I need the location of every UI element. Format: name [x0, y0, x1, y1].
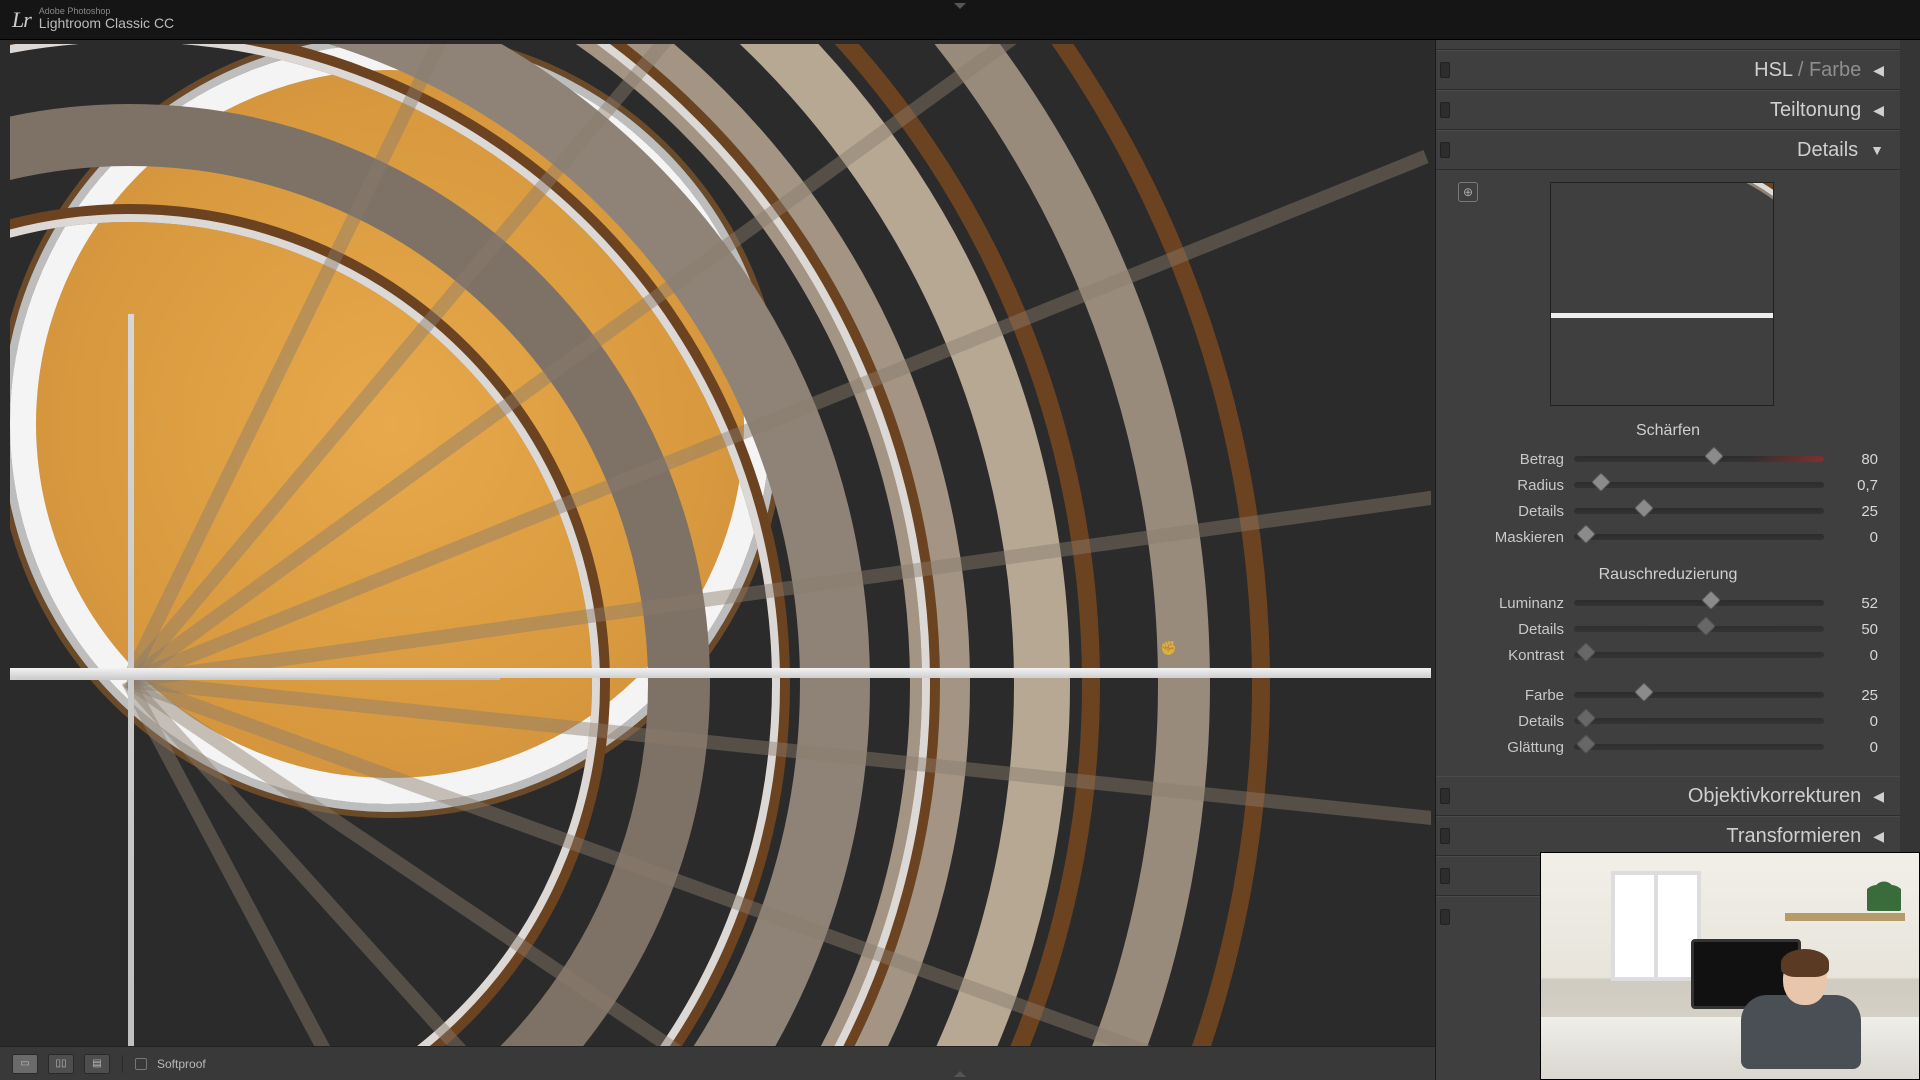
view-compare-button[interactable]: ▯▯ [48, 1054, 74, 1074]
panel-switch-icon[interactable] [1440, 788, 1450, 804]
slider-farbe[interactable]: Farbe 25 [1458, 682, 1878, 708]
slider-value[interactable]: 25 [1834, 503, 1878, 520]
expand-down-icon: ▼ [1870, 142, 1884, 158]
slider-value[interactable]: 52 [1834, 595, 1878, 612]
slider-track[interactable] [1574, 456, 1824, 462]
collapse-left-icon: ◀ [1873, 62, 1884, 79]
slider-label: Details [1458, 621, 1564, 638]
panel-objektiv-label: Objektivkorrekturen [1688, 785, 1861, 808]
panel-switch-icon[interactable] [1440, 868, 1450, 884]
image-viewer: ▭ ▯▯ ▤ Softproof [0, 40, 1435, 1080]
slider-value[interactable]: 0 [1834, 739, 1878, 756]
noise-heading: Rauschreduzierung [1458, 566, 1878, 584]
slider-track[interactable] [1574, 534, 1824, 540]
slider-value[interactable]: 0 [1834, 713, 1878, 730]
slider-details-sharpen[interactable]: Details 25 [1458, 498, 1878, 524]
slider-track[interactable] [1574, 508, 1824, 514]
top-panel-handle-icon[interactable] [954, 3, 966, 9]
slider-value[interactable]: 25 [1834, 687, 1878, 704]
viewer-toolbar: ▭ ▯▯ ▤ Softproof [0, 1046, 1435, 1080]
panel-gradationskurve[interactable] [1436, 40, 1900, 50]
view-survey-button[interactable]: ▤ [84, 1054, 110, 1074]
softproof-checkbox[interactable] [135, 1058, 147, 1070]
slider-value[interactable]: 0 [1834, 529, 1878, 546]
slider-track[interactable] [1574, 744, 1824, 750]
slider-value[interactable]: 50 [1834, 621, 1878, 638]
slider-radius[interactable]: Radius 0,7 [1458, 472, 1878, 498]
panel-details-label: Details [1797, 139, 1858, 162]
slider-label: Betrag [1458, 451, 1564, 468]
slider-track[interactable] [1574, 600, 1824, 606]
slider-kontrast[interactable]: Kontrast 0 [1458, 642, 1878, 668]
slider-label: Farbe [1458, 687, 1564, 704]
slider-label: Details [1458, 713, 1564, 730]
slider-value[interactable]: 0,7 [1834, 477, 1878, 494]
slider-glaettung[interactable]: Glättung 0 [1458, 734, 1878, 760]
webcam-overlay [1540, 852, 1920, 1080]
view-loupe-button[interactable]: ▭ [12, 1054, 38, 1074]
slider-track[interactable] [1574, 482, 1824, 488]
hand-cursor-icon [1160, 640, 1176, 656]
panel-switch-icon[interactable] [1440, 909, 1450, 925]
slider-details-farbe[interactable]: Details 0 [1458, 708, 1878, 734]
slider-label: Maskieren [1458, 529, 1564, 546]
title-bar: Lr Adobe Photoshop Lightroom Classic CC [0, 0, 1920, 40]
slider-label: Kontrast [1458, 647, 1564, 664]
slider-value[interactable]: 80 [1834, 451, 1878, 468]
slider-label: Glättung [1458, 739, 1564, 756]
details-panel-body: ⊕ ▾ Schä [1436, 170, 1900, 776]
slider-track[interactable] [1574, 718, 1824, 724]
panel-switch-icon[interactable] [1440, 142, 1450, 158]
panel-hsl-farbe[interactable]: HSL / Farbe ◀ [1436, 50, 1900, 90]
slider-maskieren[interactable]: Maskieren 0 [1458, 524, 1878, 550]
collapse-left-icon: ◀ [1873, 788, 1884, 805]
panel-hsl-sep: / [1792, 59, 1809, 81]
slider-details-luminanz[interactable]: Details 50 [1458, 616, 1878, 642]
panel-transform-label: Transformieren [1726, 825, 1861, 848]
panel-transformieren[interactable]: Transformieren ◀ [1436, 816, 1900, 856]
slider-track[interactable] [1574, 652, 1824, 658]
slider-label: Details [1458, 503, 1564, 520]
collapse-left-icon: ◀ [1873, 102, 1884, 119]
bottom-panel-handle-icon[interactable] [954, 1071, 966, 1077]
slider-track[interactable] [1574, 626, 1824, 632]
slider-track[interactable] [1574, 692, 1824, 698]
panel-objektivkorrekturen[interactable]: Objektivkorrekturen ◀ [1436, 776, 1900, 816]
app-name: Lightroom Classic CC [39, 16, 174, 31]
collapse-left-icon: ◀ [1873, 828, 1884, 845]
panel-hsl-label-b: Farbe [1809, 59, 1861, 81]
panel-switch-icon[interactable] [1440, 102, 1450, 118]
detail-preview-thumbnail[interactable] [1550, 182, 1774, 406]
softproof-label: Softproof [157, 1057, 206, 1071]
panel-teiltonung[interactable]: Teiltonung ◀ [1436, 90, 1900, 130]
panel-hsl-label-a: HSL [1754, 59, 1792, 81]
slider-luminanz[interactable]: Luminanz 52 [1458, 590, 1878, 616]
slider-label: Luminanz [1458, 595, 1564, 612]
image-canvas[interactable] [10, 44, 1431, 1046]
sharpen-heading: Schärfen [1458, 422, 1878, 440]
app-logo: Lr [12, 7, 31, 33]
panel-switch-icon[interactable] [1440, 828, 1450, 844]
slider-label: Radius [1458, 477, 1564, 494]
slider-betrag[interactable]: Betrag 80 [1458, 446, 1878, 472]
panel-details[interactable]: Details ▼ [1436, 130, 1900, 170]
panel-teiltonung-label: Teiltonung [1770, 99, 1861, 122]
slider-value[interactable]: 0 [1834, 647, 1878, 664]
panel-switch-icon[interactable] [1440, 62, 1450, 78]
detail-target-picker-icon[interactable]: ⊕ [1458, 182, 1478, 202]
